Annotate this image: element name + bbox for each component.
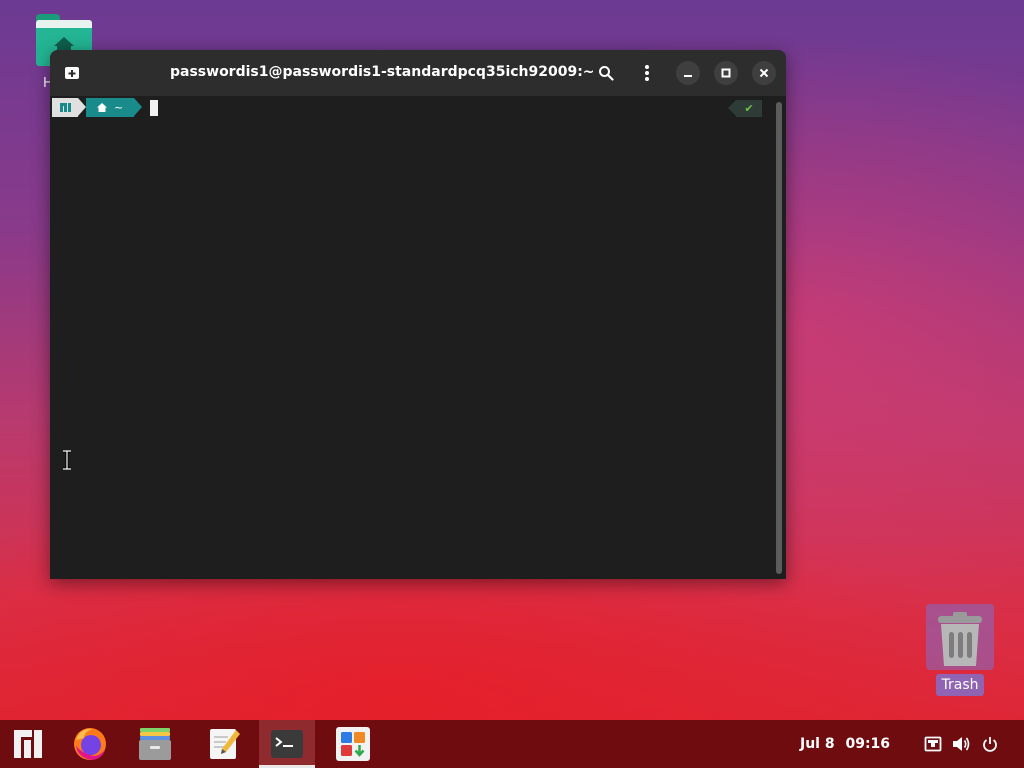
terminal-icon — [271, 730, 303, 758]
search-icon — [599, 66, 614, 81]
text-cursor — [150, 100, 158, 116]
power-button[interactable] — [980, 734, 1000, 754]
clock[interactable]: Jul 8 09:16 — [800, 720, 890, 768]
new-tab-button[interactable] — [60, 61, 84, 85]
close-button[interactable] — [752, 61, 776, 85]
app-menu-button[interactable] — [0, 720, 56, 768]
minimize-icon — [684, 75, 692, 77]
taskbar-text-editor[interactable] — [196, 720, 252, 768]
prompt-dir-segment: ~ — [86, 98, 134, 117]
status-check: ✔ — [736, 100, 762, 117]
kebab-menu-icon — [645, 65, 649, 81]
trash-icon — [938, 612, 982, 666]
clock-time: 09:16 — [845, 736, 891, 752]
ibeam-cursor-icon — [63, 450, 71, 470]
minimize-button[interactable] — [676, 61, 700, 85]
volume-button[interactable] — [951, 734, 971, 754]
taskbar: Jul 8 09:16 — [0, 720, 1024, 768]
file-cabinet-icon — [139, 728, 171, 760]
manjaro-logo-icon — [14, 730, 42, 758]
menu-button[interactable] — [635, 61, 659, 85]
exit-status-segment: ✔ — [728, 100, 762, 117]
clock-date: Jul 8 — [800, 736, 835, 752]
prompt-path: ~ — [114, 101, 124, 114]
taskbar-terminal[interactable] — [259, 720, 315, 768]
close-icon — [759, 68, 769, 78]
search-button[interactable] — [594, 61, 618, 85]
terminal-window: passwordis1@passwordis1-standardpcq35ich… — [50, 50, 786, 579]
taskbar-files[interactable] — [127, 720, 183, 768]
text-editor-icon — [210, 729, 240, 759]
manjaro-logo-icon — [60, 103, 71, 112]
trash-label: Trash — [936, 674, 984, 696]
window-title: passwordis1@passwordis1-standardpcq35ich… — [170, 64, 595, 80]
terminal-area[interactable]: ~ ✔ — [50, 96, 786, 579]
network-button[interactable] — [923, 734, 943, 754]
scrollbar[interactable] — [776, 102, 782, 574]
new-tab-icon — [65, 67, 79, 79]
desktop-trash[interactable]: Trash — [926, 604, 994, 696]
volume-icon — [953, 737, 970, 751]
taskbar-firefox[interactable] — [62, 720, 118, 768]
taskbar-software[interactable] — [325, 720, 381, 768]
home-icon — [97, 103, 107, 112]
maximize-button[interactable] — [714, 61, 738, 85]
title-bar[interactable]: passwordis1@passwordis1-standardpcq35ich… — [50, 50, 786, 96]
network-wired-icon — [924, 736, 942, 752]
maximize-icon — [721, 68, 731, 78]
software-center-icon — [336, 727, 370, 761]
prompt-os-segment — [52, 98, 78, 117]
firefox-icon — [74, 728, 106, 760]
power-icon — [983, 737, 997, 752]
